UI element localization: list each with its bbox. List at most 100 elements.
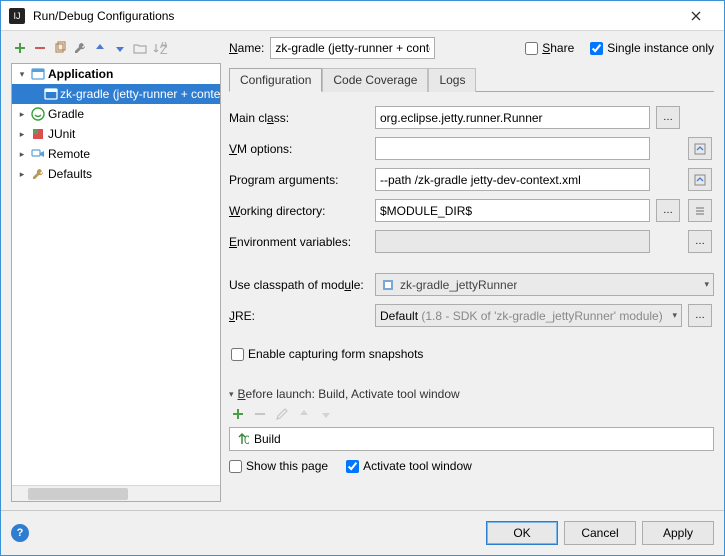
browse-main-class-button[interactable]: …: [656, 106, 680, 129]
show-this-page-label: Show this page: [246, 459, 328, 473]
classpath-value: zk-gradle_jettyRunner: [400, 278, 517, 292]
tree-node-label: JUnit: [48, 127, 75, 141]
arrow-down-icon: [320, 408, 332, 420]
app-icon: IJ: [9, 8, 25, 24]
save-config-button[interactable]: [71, 39, 89, 57]
scrollbar-thumb[interactable]: [28, 488, 128, 500]
tree-node-remote[interactable]: ▸ Remote: [12, 144, 220, 164]
program-args-input[interactable]: [375, 168, 650, 191]
config-tree[interactable]: ▾ Application zk-gradle (jetty-runner + …: [11, 63, 221, 502]
tree-node-label: zk-gradle (jetty-runner + context): [60, 87, 220, 101]
tree-node-gradle[interactable]: ▸ Gradle: [12, 104, 220, 124]
apply-button[interactable]: Apply: [642, 521, 714, 545]
cancel-button[interactable]: Cancel: [564, 521, 636, 545]
close-button[interactable]: [676, 2, 716, 30]
macro-working-dir-button[interactable]: [688, 199, 712, 222]
help-button[interactable]: ?: [11, 524, 29, 542]
enable-snapshots-group[interactable]: Enable capturing form snapshots: [231, 347, 714, 361]
tree-node-junit[interactable]: ▸ JUnit: [12, 124, 220, 144]
expand-vm-options-button[interactable]: [688, 137, 712, 160]
single-instance-checkbox[interactable]: [590, 42, 603, 55]
env-vars-input[interactable]: [375, 230, 650, 253]
plus-icon: [13, 41, 27, 55]
bl-add-button[interactable]: [229, 405, 247, 423]
folder-button[interactable]: [131, 39, 149, 57]
single-instance-checkbox-group[interactable]: Single instance only: [590, 41, 714, 55]
tree-h-scrollbar[interactable]: [12, 485, 220, 501]
window-title: Run/Debug Configurations: [33, 9, 676, 23]
application-icon: [44, 86, 58, 102]
browse-working-dir-button[interactable]: …: [656, 199, 680, 222]
svg-text:Z: Z: [160, 43, 167, 54]
wrench-icon: [73, 41, 87, 55]
tree-node-defaults[interactable]: ▸ Defaults: [12, 164, 220, 184]
expand-icon[interactable]: ▾: [16, 69, 28, 80]
tab-logs[interactable]: Logs: [428, 68, 476, 92]
pencil-icon: [275, 407, 289, 421]
expand-program-args-button[interactable]: [688, 168, 712, 191]
activate-tool-window-group[interactable]: Activate tool window: [346, 459, 472, 473]
share-checkbox[interactable]: [525, 42, 538, 55]
enable-snapshots-label: Enable capturing form snapshots: [248, 347, 423, 361]
before-launch-header[interactable]: ▾ Before launch: Build, Activate tool wi…: [229, 387, 714, 401]
tree-node-label: Defaults: [48, 167, 92, 181]
copy-config-button[interactable]: [51, 39, 69, 57]
plus-icon: [231, 407, 245, 421]
before-launch-header-label: Before launch: Build, Activate tool wind…: [238, 387, 460, 401]
jre-select[interactable]: Default (1.8 - SDK of 'zk-gradle_jettyRu…: [375, 304, 682, 327]
before-launch-list[interactable]: 01 Build: [229, 427, 714, 451]
expand-icon[interactable]: ▸: [16, 109, 28, 120]
tab-configuration[interactable]: Configuration: [229, 68, 322, 92]
module-icon: [380, 277, 396, 293]
tree-node-application[interactable]: ▾ Application: [12, 64, 220, 84]
bl-remove-button[interactable]: [251, 405, 269, 423]
browse-jre-button[interactable]: …: [688, 304, 712, 327]
before-launch-options: Show this page Activate tool window: [229, 459, 714, 473]
single-instance-label: Single instance only: [607, 41, 714, 55]
show-this-page-group[interactable]: Show this page: [229, 459, 328, 473]
arrow-down-icon: [114, 42, 126, 54]
classpath-select[interactable]: zk-gradle_jettyRunner ▾: [375, 273, 714, 296]
chevron-down-icon: ▾: [704, 279, 709, 290]
expand-icon[interactable]: ▸: [16, 169, 28, 180]
activate-tool-window-label: Activate tool window: [363, 459, 472, 473]
jre-value: Default (1.8 - SDK of 'zk-gradle_jettyRu…: [380, 309, 663, 323]
titlebar: IJ Run/Debug Configurations: [1, 1, 724, 31]
share-checkbox-group[interactable]: Share: [525, 41, 574, 55]
bl-edit-button[interactable]: [273, 405, 291, 423]
tab-code-coverage[interactable]: Code Coverage: [322, 68, 428, 92]
move-down-button[interactable]: [111, 39, 129, 57]
name-input[interactable]: [270, 37, 435, 59]
run-debug-dialog: IJ Run/Debug Configurations AZ Name:: [0, 0, 725, 556]
edit-env-vars-button[interactable]: …: [688, 230, 712, 253]
arrow-up-icon: [298, 408, 310, 420]
before-launch-section: ▾ Before launch: Build, Activate tool wi…: [229, 387, 714, 473]
build-icon: 01: [234, 431, 250, 447]
bl-down-button[interactable]: [317, 405, 335, 423]
copy-icon: [53, 41, 67, 55]
add-config-button[interactable]: [11, 39, 29, 57]
activate-tool-window-checkbox[interactable]: [346, 460, 359, 473]
expand-icon[interactable]: ▸: [16, 129, 28, 140]
expand-icon[interactable]: ▸: [16, 149, 28, 160]
sort-button[interactable]: AZ: [151, 39, 169, 57]
move-up-button[interactable]: [91, 39, 109, 57]
ok-button[interactable]: OK: [486, 521, 558, 545]
sort-az-icon: AZ: [153, 42, 167, 54]
tree-node-label: Gradle: [48, 107, 84, 121]
tree-node-selected[interactable]: zk-gradle (jetty-runner + context): [12, 84, 220, 104]
tree-toolbar: AZ: [11, 39, 221, 57]
main-class-input[interactable]: [375, 106, 650, 129]
remove-config-button[interactable]: [31, 39, 49, 57]
bl-up-button[interactable]: [295, 405, 313, 423]
caret-down-icon: ▾: [229, 389, 234, 400]
before-launch-item: Build: [254, 432, 281, 446]
show-this-page-checkbox[interactable]: [229, 460, 242, 473]
jre-label: JRE:: [229, 309, 369, 323]
share-label: Share: [542, 41, 574, 55]
main-split: ▾ Application zk-gradle (jetty-runner + …: [11, 63, 714, 502]
vm-options-input[interactable]: [375, 137, 650, 160]
defaults-icon: [30, 166, 46, 182]
working-dir-input[interactable]: [375, 199, 650, 222]
enable-snapshots-checkbox[interactable]: [231, 348, 244, 361]
